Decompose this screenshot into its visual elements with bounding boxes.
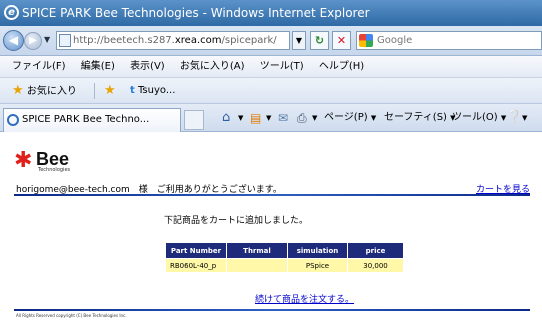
logo-wordmark: Bee — [36, 149, 70, 169]
tab-bar: SPICE PARK Bee Techno... ⌂ ▼ ▤ ▼ ✉ ⎙ ▼ ペ… — [0, 104, 542, 132]
favorites-add-icon[interactable]: ★ — [104, 78, 116, 105]
col-price: price — [347, 242, 404, 259]
new-tab-button[interactable] — [184, 110, 204, 130]
safety-menu-label: セーフティ(S) — [384, 112, 447, 123]
menu-favorites[interactable]: お気に入り(A) — [180, 61, 245, 72]
menu-help[interactable]: ヘルプ(H) — [319, 61, 364, 72]
url-prefix: http://beetech.s287. — [73, 35, 175, 46]
favorite-link-tsuyo[interactable]: t Tsuyo... — [130, 78, 175, 104]
window-title: SPICE PARK Bee Technologies - Windows In… — [22, 6, 370, 20]
search-input[interactable]: Google — [356, 31, 542, 50]
menu-file[interactable]: ファイル(F) — [12, 61, 66, 72]
google-icon — [359, 34, 373, 47]
nav-history-dropdown-icon[interactable]: ▼ — [44, 35, 50, 44]
col-part-number: Part Number — [165, 242, 227, 259]
cell-simulation: PSpice — [287, 258, 348, 273]
window-title-bar: e SPICE PARK Bee Technologies - Windows … — [0, 0, 542, 26]
page-menu-label: ページ(P) — [324, 112, 368, 123]
added-to-cart-message: 下記商品をカートに追加しました。 — [164, 216, 309, 226]
stop-icon[interactable]: ✕ — [332, 31, 351, 50]
favorites-divider — [94, 83, 95, 99]
forward-button[interactable]: ▶ — [24, 32, 42, 50]
feeds-dropdown-icon[interactable]: ▼ — [266, 104, 271, 132]
refresh-icon[interactable]: ↻ — [310, 31, 329, 50]
url-suffix: /spicepark/ — [221, 35, 277, 46]
url-dropdown-icon[interactable]: ▼ — [292, 31, 306, 50]
favorites-star-icon: ★ — [12, 83, 24, 98]
menu-bar: ファイル(F) 編集(E) 表示(V) お気に入り(A) ツール(T) ヘルプ(… — [0, 56, 542, 78]
home-dropdown-icon[interactable]: ▼ — [238, 104, 243, 132]
page-menu[interactable]: ページ(P) ▼ — [324, 104, 376, 132]
safety-menu[interactable]: セーフティ(S) ▼ — [384, 104, 456, 132]
cell-price: 30,000 — [347, 258, 404, 273]
tools-menu-label: ツール(O) — [452, 112, 498, 123]
help-icon[interactable]: ❔ — [506, 104, 522, 132]
page-content: ✱ Bee Technologies horigome@bee-tech.com… — [0, 132, 542, 335]
cart-table: Part Number Thrmal simulation price RB06… — [165, 242, 404, 273]
tab-ie-icon — [7, 114, 19, 126]
favorites-button[interactable]: ★ お気に入り — [12, 78, 77, 105]
menu-edit[interactable]: 編集(E) — [81, 61, 115, 72]
cell-thermal — [226, 258, 288, 273]
feeds-icon[interactable]: ▤ — [250, 104, 261, 132]
col-simulation: simulation — [287, 242, 348, 259]
continue-shopping-link[interactable]: 続けて商品を注文する。 — [255, 292, 354, 305]
menu-view[interactable]: 表示(V) — [130, 61, 165, 72]
page-dropdown-icon: ▼ — [370, 114, 377, 122]
tools-menu[interactable]: ツール(O) ▼ — [452, 104, 506, 132]
footer-divider — [14, 309, 530, 311]
print-icon[interactable]: ⎙ — [297, 104, 307, 132]
help-dropdown-icon[interactable]: ▼ — [522, 104, 527, 132]
bee-star-icon: ✱ — [14, 148, 33, 173]
print-dropdown-icon[interactable]: ▼ — [312, 104, 317, 132]
search-placeholder: Google — [377, 35, 413, 46]
url-input[interactable]: http://beetech.s287.xrea.com/spicepark/ — [56, 31, 290, 50]
favorites-label: お気に入り — [26, 86, 77, 97]
tab-label: SPICE PARK Bee Techno... — [22, 114, 150, 125]
back-button[interactable]: ◀ — [3, 30, 24, 51]
mail-icon[interactable]: ✉ — [278, 104, 288, 132]
link-icon: t — [130, 85, 135, 96]
copyright-text: All Rights Reserved copyright (C) Bee Te… — [16, 313, 127, 318]
header-divider — [14, 194, 530, 196]
logo-subtitle: Technologies — [38, 167, 71, 173]
table-header-row: Part Number Thrmal simulation price — [165, 242, 404, 259]
tab-spice-park[interactable]: SPICE PARK Bee Techno... — [3, 108, 181, 132]
favorites-bar: ★ お気に入り ★ t Tsuyo... — [0, 78, 542, 104]
home-icon[interactable]: ⌂ — [222, 104, 230, 132]
address-bar: ◀ ▶ ▼ http://beetech.s287.xrea.com/spice… — [0, 26, 542, 56]
menu-tools[interactable]: ツール(T) — [260, 61, 304, 72]
table-row: RB060L-40_p PSpice 30,000 — [165, 258, 404, 273]
ie-logo-icon: e — [4, 5, 19, 20]
col-thermal: Thrmal — [226, 242, 288, 259]
add-favorite-star-icon: ★ — [104, 83, 116, 98]
cell-part-number: RB060L-40_p — [165, 258, 227, 273]
bee-logo[interactable]: ✱ Bee Technologies — [14, 148, 94, 173]
url-host: xrea.com — [174, 35, 222, 46]
page-icon — [59, 34, 71, 47]
favorite-link-label: Tsuyo... — [137, 85, 176, 96]
